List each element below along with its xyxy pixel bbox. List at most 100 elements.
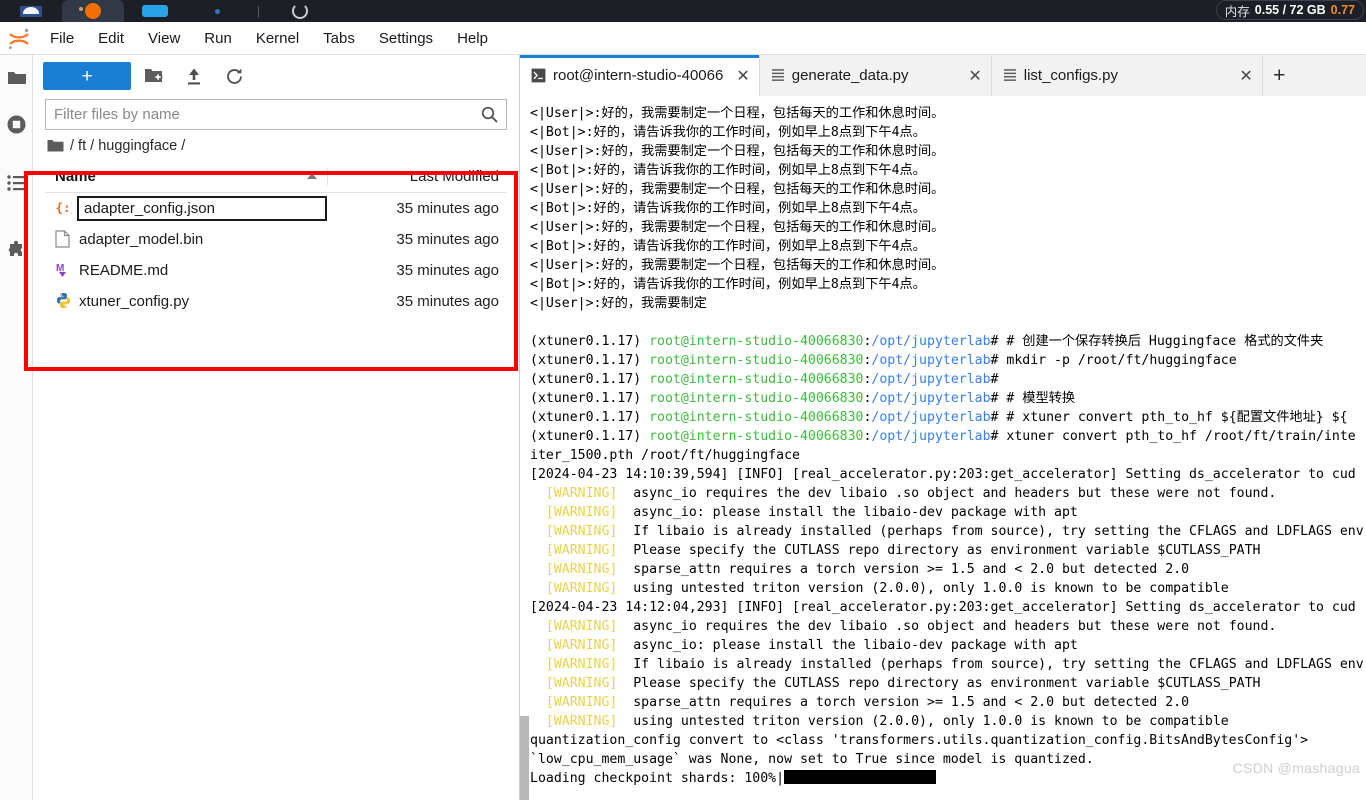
terminal-line: [WARNING] async_io: please install the l…: [545, 638, 1078, 653]
menu-kernel[interactable]: Kernel: [244, 27, 311, 50]
text-file-icon: [1003, 69, 1016, 81]
terminal-line: [WARNING] sparse_attn requires a torch v…: [545, 562, 1190, 577]
tab-bar: root@intern-studio-40066 ✕ generate_data…: [520, 55, 1366, 96]
terminal-line: <|User|>:好的，我需要制定一个日程，包括每天的工作和休息时间。: [530, 220, 945, 235]
extension-manager-icon[interactable]: [0, 218, 33, 284]
breadcrumb[interactable]: / ft / huggingface /: [33, 130, 519, 160]
screen: 内存 0.55 / 72 GB 0.77 File Edit View Run …: [0, 0, 1366, 800]
tab-label: generate_data.py: [791, 67, 909, 84]
text-file-icon: [771, 69, 784, 81]
terminal-line: <|Bot|>:好的，请告诉我你的工作时间，例如早上8点到下午4点。: [530, 125, 926, 140]
upload-icon[interactable]: [177, 62, 211, 90]
new-tab-button[interactable]: +: [1263, 55, 1296, 96]
file-modified: 35 minutes ago: [396, 262, 499, 279]
list-item[interactable]: M README.md 35 minutes ago: [45, 255, 507, 286]
browser-tab[interactable]: [269, 0, 331, 22]
terminal-line: [WARNING] async_io requires the dev liba…: [545, 486, 1277, 501]
file-name: README.md: [79, 262, 169, 279]
activity-bar: [0, 55, 33, 800]
list-item[interactable]: xtuner_config.py 35 minutes ago: [45, 286, 507, 317]
terminal-line: <|Bot|>:好的，请告诉我你的工作时间，例如早上8点到下午4点。: [530, 239, 926, 254]
blue-rect-favicon: [142, 5, 168, 17]
tab-generate-data[interactable]: generate_data.py ✕: [759, 55, 992, 96]
terminal-line: (xtuner0.1.17) root@intern-studio-400668…: [530, 391, 1076, 406]
browser-tab[interactable]: [186, 0, 248, 22]
menu-help[interactable]: Help: [445, 27, 500, 50]
file-modified: 35 minutes ago: [396, 200, 499, 217]
filter-files-field[interactable]: [45, 99, 507, 130]
scrollbar-thumb[interactable]: [520, 716, 529, 800]
terminal-line: [WARNING] Please specify the CUTLASS rep…: [545, 543, 1261, 558]
tab-list-configs[interactable]: list_configs.py ✕: [991, 55, 1263, 96]
menu-edit[interactable]: Edit: [86, 27, 136, 50]
terminal-line: <|User|>:好的，我需要制定: [530, 296, 707, 311]
blue-dot-favicon: [214, 8, 220, 14]
terminal-cursor: [784, 770, 937, 784]
json-file-icon: {:}: [55, 199, 79, 218]
table-of-contents-icon[interactable]: [0, 148, 33, 218]
file-browser-icon[interactable]: [0, 55, 33, 100]
column-label-last-modified: Last Modified: [409, 167, 499, 185]
terminal-line: <|User|>:好的，我需要制定一个日程，包括每天的工作和休息时间。: [530, 144, 945, 159]
memory-usage-widget: 内存 0.55 / 72 GB 0.77: [1215, 0, 1364, 20]
list-item[interactable]: {:} adapter_config.json 35 minutes ago: [45, 193, 507, 224]
terminal-line: [2024-04-23 14:12:04,293] [INFO] [real_a…: [530, 600, 1356, 615]
svg-text:{:}: {:}: [56, 200, 73, 215]
browser-tab[interactable]: [0, 0, 62, 22]
close-icon[interactable]: ✕: [736, 66, 749, 86]
tab-label: root@intern-studio-40066: [553, 67, 724, 84]
close-icon[interactable]: ✕: [968, 66, 981, 86]
memory-label: 内存: [1224, 4, 1250, 19]
search-icon: [481, 106, 498, 123]
terminal-output: <|User|>:好的，我需要制定一个日程，包括每天的工作和休息时间。 <|Bot…: [530, 104, 1366, 800]
book-favicon: [20, 5, 42, 17]
menu-run[interactable]: Run: [192, 27, 244, 50]
terminal-line: (xtuner0.1.17) root@intern-studio-400668…: [530, 410, 1348, 425]
file-browser-toolbar: +: [33, 55, 519, 97]
browser-tab-active[interactable]: [62, 0, 124, 22]
close-icon[interactable]: ✕: [1239, 66, 1252, 86]
file-modified: 35 minutes ago: [396, 293, 499, 310]
memory-percent: 0.77: [1330, 3, 1355, 17]
terminal-line: [WARNING] using untested triton version …: [545, 714, 1229, 729]
terminal-scrollbar[interactable]: [520, 96, 529, 800]
search-input[interactable]: [54, 106, 481, 123]
file-listing-header: Name Last Modified: [45, 160, 507, 193]
file-modified: 35 minutes ago: [396, 231, 499, 248]
browser-tab[interactable]: [124, 0, 186, 22]
file-name-input[interactable]: adapter_config.json: [77, 196, 327, 221]
terminal-progress-line: Loading checkpoint shards: 100%|: [530, 769, 1366, 788]
terminal-line: [WARNING] using untested triton version …: [545, 581, 1229, 596]
terminal-line: <|User|>:好的，我需要制定一个日程，包括每天的工作和休息时间。: [530, 258, 945, 273]
terminal-line: iter_1500.pth /root/ft/huggingface: [530, 448, 800, 463]
tab-terminal[interactable]: root@intern-studio-40066 ✕: [520, 55, 760, 96]
file-name: adapter_model.bin: [79, 231, 204, 248]
menu-tabs[interactable]: Tabs: [311, 27, 367, 50]
terminal-icon: [531, 68, 546, 83]
browser-tab-strip: 内存 0.55 / 72 GB 0.77: [0, 0, 1366, 22]
breadcrumb-path: / ft / huggingface /: [70, 138, 186, 154]
column-header-name[interactable]: Name: [45, 168, 327, 185]
terminal-line: (xtuner0.1.17) root@intern-studio-400668…: [530, 334, 1324, 349]
terminal-line: <|User|>:好的，我需要制定一个日程，包括每天的工作和休息时间。: [530, 106, 945, 121]
running-terminals-icon[interactable]: [0, 100, 33, 148]
menu-settings[interactable]: Settings: [367, 27, 445, 50]
menu-view[interactable]: View: [136, 27, 192, 50]
list-item[interactable]: adapter_model.bin 35 minutes ago: [45, 224, 507, 255]
terminal-line: <|Bot|>:好的，请告诉我你的工作时间，例如早上8点到下午4点。: [530, 277, 926, 292]
new-launcher-button[interactable]: +: [43, 62, 131, 90]
column-header-last-modified[interactable]: Last Modified: [327, 167, 507, 185]
memory-value: 0.55 / 72 GB: [1254, 3, 1326, 17]
terminal-line: [WARNING] Please specify the CUTLASS rep…: [545, 676, 1261, 691]
refresh-icon[interactable]: [217, 62, 251, 90]
terminal-panel[interactable]: <|User|>:好的，我需要制定一个日程，包括每天的工作和休息时间。 <|Bot…: [520, 96, 1366, 800]
new-folder-icon[interactable]: [137, 62, 171, 90]
python-file-icon: [55, 292, 72, 311]
main-dock-area: root@intern-studio-40066 ✕ generate_data…: [520, 55, 1366, 800]
terminal-line: <|User|>:好的，我需要制定一个日程，包括每天的工作和休息时间。: [530, 182, 945, 197]
file-name: xtuner_config.py: [79, 293, 190, 310]
menu-file[interactable]: File: [38, 27, 86, 50]
terminal-line: [WARNING] async_io requires the dev liba…: [545, 619, 1277, 634]
terminal-line: `low_cpu_mem_usage` was None, now set to…: [530, 752, 1094, 767]
folder-icon: [47, 140, 64, 152]
